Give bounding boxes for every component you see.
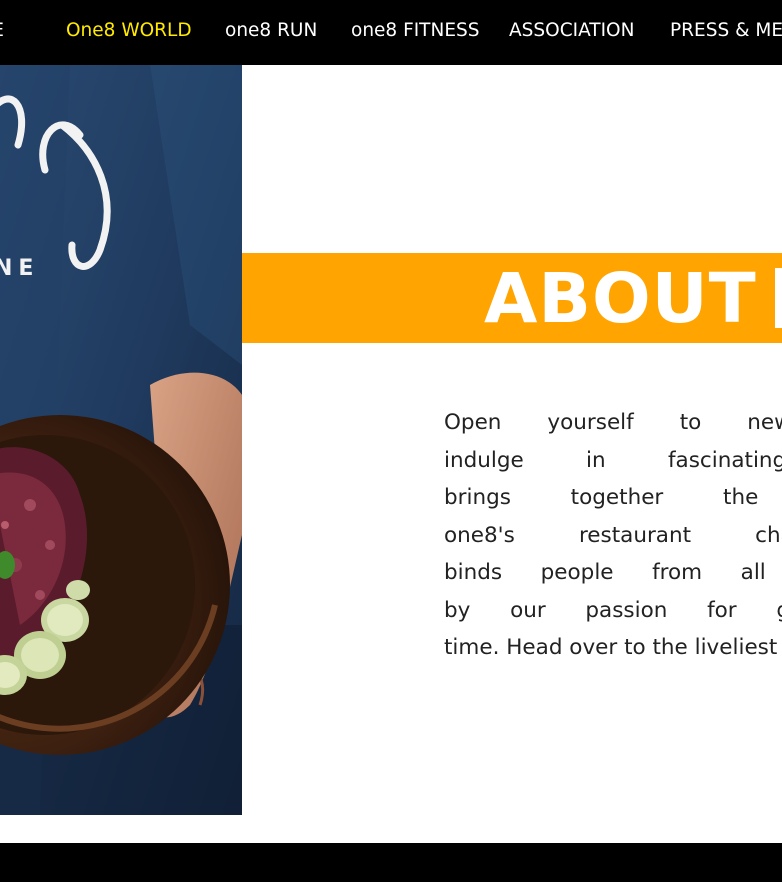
about-line: time. Head over to the liveliest (444, 635, 778, 660)
about-title: ABOUT (484, 259, 757, 339)
about-body-text: Open yourself to new cultures indulge in… (444, 404, 782, 667)
nav-item-press-media[interactable]: PRESS & MEDIA (670, 19, 782, 43)
nav-item-one8-world[interactable]: One8 WORLD (66, 19, 192, 43)
nav-item-we[interactable]: WE (0, 19, 4, 43)
about-banner: ABOUT (242, 253, 782, 343)
about-line: binds people from all walks of (444, 560, 782, 585)
nav-item-one8-fitness[interactable]: one8 FITNESS (351, 19, 480, 43)
footer-bar (0, 843, 782, 882)
nav-item-association[interactable]: ASSOCIATION (509, 19, 634, 43)
about-line: brings together the experienc (444, 485, 782, 510)
hero-photo: NE (0, 65, 242, 815)
nav-item-one8-run[interactable]: one8 RUN (225, 19, 317, 43)
about-line: Open yourself to new cultures (444, 410, 782, 435)
page: WE One8 WORLD one8 RUN one8 FITNESS ASSO… (0, 0, 782, 882)
chef-salad-illustration: NE (0, 65, 242, 815)
about-line: one8's restaurant chain taps (444, 522, 782, 548)
top-navigation: WE One8 WORLD one8 RUN one8 FITNESS ASSO… (0, 0, 782, 65)
about-title-next-letter (775, 268, 782, 328)
about-line: by our passion for good food, (444, 597, 782, 623)
apron-text: NE (0, 256, 39, 281)
about-line: indulge in fascinating cuisine (444, 447, 782, 473)
